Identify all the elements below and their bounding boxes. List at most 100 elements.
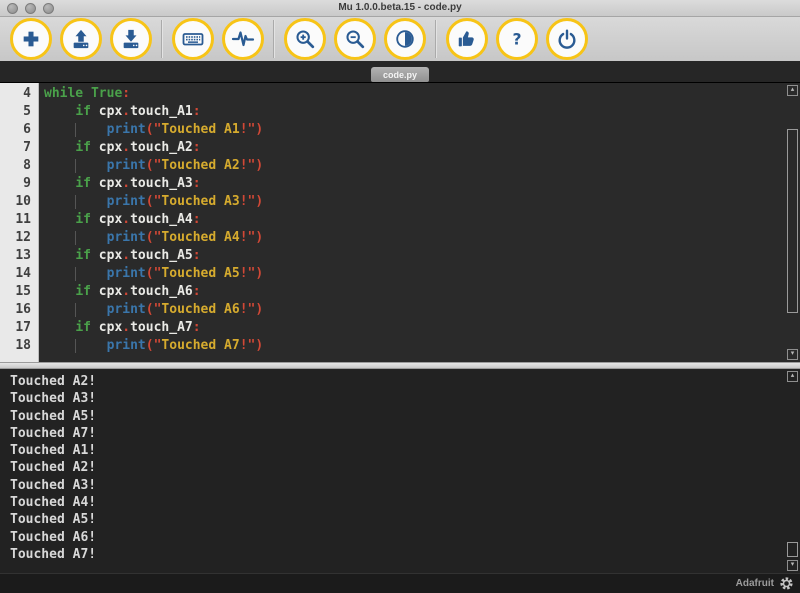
line-number: 9 xyxy=(0,175,38,193)
code-text: print("Touched A6!") xyxy=(38,301,263,319)
code-area[interactable]: 4while True:5 if cpx.touch_A1:6 print("T… xyxy=(0,85,786,355)
console-line: Touched A5! xyxy=(0,408,786,425)
code-text: print("Touched A5!") xyxy=(38,265,263,283)
scroll-up-arrow-icon[interactable]: ▴ xyxy=(787,85,798,96)
line-number: 12 xyxy=(0,229,38,247)
code-text: print("Touched A1!") xyxy=(38,121,263,139)
code-line[interactable]: 7 if cpx.touch_A2: xyxy=(0,139,786,157)
console-scrollbar[interactable]: ▴ ▾ xyxy=(786,369,800,573)
plotter-icon xyxy=(231,27,255,51)
code-line[interactable]: 13 if cpx.touch_A5: xyxy=(0,247,786,265)
code-text: while True: xyxy=(38,85,130,103)
code-line[interactable]: 4while True: xyxy=(0,85,786,103)
help-button[interactable]: ? xyxy=(496,18,538,60)
line-number: 8 xyxy=(0,157,38,175)
question-icon: ? xyxy=(506,28,528,50)
line-number: 4 xyxy=(0,85,38,103)
code-line[interactable]: 8 print("Touched A2!") xyxy=(0,157,786,175)
theme-button[interactable] xyxy=(384,18,426,60)
mode-label: Adafruit xyxy=(736,578,774,589)
code-text: print("Touched A7!") xyxy=(38,337,263,355)
line-number: 17 xyxy=(0,319,38,337)
code-text: if cpx.touch_A3: xyxy=(38,175,201,193)
code-line[interactable]: 10 print("Touched A3!") xyxy=(0,193,786,211)
new-button[interactable] xyxy=(10,18,52,60)
console-line: Touched A3! xyxy=(0,390,786,407)
code-line[interactable]: 6 print("Touched A1!") xyxy=(0,121,786,139)
code-line[interactable]: 11 if cpx.touch_A4: xyxy=(0,211,786,229)
save-button[interactable] xyxy=(110,18,152,60)
line-number: 14 xyxy=(0,265,38,283)
scroll-down-arrow-icon[interactable]: ▾ xyxy=(787,560,798,571)
line-number: 13 xyxy=(0,247,38,265)
mu-editor-window: Mu 1.0.0.beta.15 - code.py ? code.py 4wh… xyxy=(0,0,800,593)
toolbar-group-separator xyxy=(161,20,163,58)
scroll-up-arrow-icon[interactable]: ▴ xyxy=(787,371,798,382)
zoom-in-button[interactable] xyxy=(284,18,326,60)
toolbar: ? xyxy=(0,17,800,61)
console-line: Touched A2! xyxy=(0,373,786,390)
line-number: 5 xyxy=(0,103,38,121)
toolbar-group xyxy=(10,18,152,60)
code-editor[interactable]: 4while True:5 if cpx.touch_A1:6 print("T… xyxy=(0,83,800,362)
gear-icon[interactable] xyxy=(779,576,794,591)
check-button[interactable] xyxy=(446,18,488,60)
indent-guide xyxy=(75,123,76,137)
code-text: if cpx.touch_A4: xyxy=(38,211,201,229)
line-number: 11 xyxy=(0,211,38,229)
console-line: Touched A6! xyxy=(0,529,786,546)
editor-console-splitter[interactable] xyxy=(0,362,800,369)
line-number: 16 xyxy=(0,301,38,319)
code-line[interactable]: 16 print("Touched A6!") xyxy=(0,301,786,319)
code-line[interactable]: 17 if cpx.touch_A7: xyxy=(0,319,786,337)
load-icon xyxy=(70,28,92,50)
line-number: 7 xyxy=(0,139,38,157)
serial-console[interactable]: Touched A2!Touched A3!Touched A5!Touched… xyxy=(0,369,800,573)
indent-guide xyxy=(75,159,76,173)
zoom-in-icon xyxy=(294,28,316,50)
code-line[interactable]: 5 if cpx.touch_A1: xyxy=(0,103,786,121)
code-line[interactable]: 18 print("Touched A7!") xyxy=(0,337,786,355)
code-text: if cpx.touch_A1: xyxy=(38,103,201,121)
tab-code-py[interactable]: code.py xyxy=(371,67,429,82)
contrast-icon xyxy=(394,28,416,50)
code-line[interactable]: 15 if cpx.touch_A6: xyxy=(0,283,786,301)
code-text: if cpx.touch_A6: xyxy=(38,283,201,301)
indent-guide xyxy=(75,267,76,281)
plotter-button[interactable] xyxy=(222,18,264,60)
line-number: 10 xyxy=(0,193,38,211)
tab-bar: code.py xyxy=(0,61,800,83)
status-bar: Adafruit xyxy=(0,573,800,593)
toolbar-group-separator xyxy=(273,20,275,58)
console-line: Touched A4! xyxy=(0,494,786,511)
power-icon xyxy=(556,28,578,50)
keyboard-icon xyxy=(181,27,205,51)
console-line: Touched A5! xyxy=(0,511,786,528)
code-text: print("Touched A4!") xyxy=(38,229,263,247)
editor-scrollbar-thumb[interactable] xyxy=(787,129,798,313)
code-text: print("Touched A2!") xyxy=(38,157,263,175)
console-line: Touched A1! xyxy=(0,442,786,459)
svg-text:?: ? xyxy=(512,31,521,49)
console-output: Touched A2!Touched A3!Touched A5!Touched… xyxy=(0,373,786,563)
repl-button[interactable] xyxy=(172,18,214,60)
code-text: print("Touched A3!") xyxy=(38,193,263,211)
zoom-out-button[interactable] xyxy=(334,18,376,60)
code-line[interactable]: 14 print("Touched A5!") xyxy=(0,265,786,283)
indent-guide xyxy=(75,195,76,209)
thumbs-up-icon xyxy=(456,28,478,50)
load-button[interactable] xyxy=(60,18,102,60)
editor-scrollbar[interactable]: ▴ ▾ xyxy=(786,83,800,362)
console-line: Touched A3! xyxy=(0,477,786,494)
code-line[interactable]: 9 if cpx.touch_A3: xyxy=(0,175,786,193)
line-number: 6 xyxy=(0,121,38,139)
window-title: Mu 1.0.0.beta.15 - code.py xyxy=(0,0,800,16)
code-text: if cpx.touch_A7: xyxy=(38,319,201,337)
console-scrollbar-thumb[interactable] xyxy=(787,542,798,557)
code-line[interactable]: 12 print("Touched A4!") xyxy=(0,229,786,247)
toolbar-group xyxy=(172,18,264,60)
scroll-down-arrow-icon[interactable]: ▾ xyxy=(787,349,798,360)
line-number: 18 xyxy=(0,337,38,355)
title-bar[interactable]: Mu 1.0.0.beta.15 - code.py xyxy=(0,0,800,17)
quit-button[interactable] xyxy=(546,18,588,60)
